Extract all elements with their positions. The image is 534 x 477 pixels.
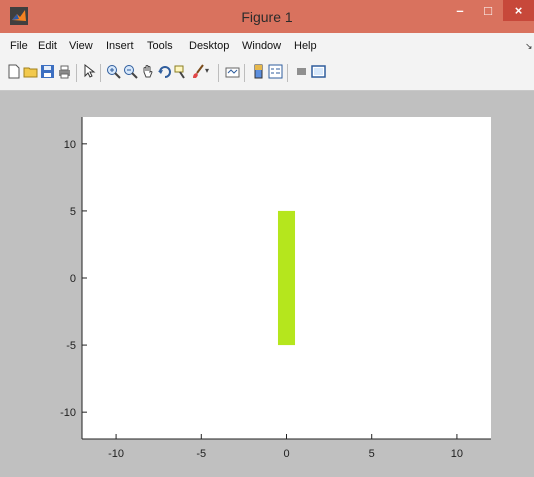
x-tick-label: -5 [196,448,206,460]
x-tick-label: -10 [108,448,124,460]
y-tick-label: 0 [70,273,76,285]
y-tick-label: 10 [64,139,76,151]
x-tick-label: 10 [451,448,463,460]
x-tick-label: 5 [369,448,375,460]
x-tick-label: 0 [283,448,289,460]
filled-rectangle[interactable] [277,210,296,346]
y-tick-label: 5 [70,206,76,218]
y-tick-label: -5 [66,340,76,352]
y-tick-label: -10 [60,407,76,419]
chart-svg: -10 -5 0 5 10 -10 -5 0 5 10 [60,117,491,460]
